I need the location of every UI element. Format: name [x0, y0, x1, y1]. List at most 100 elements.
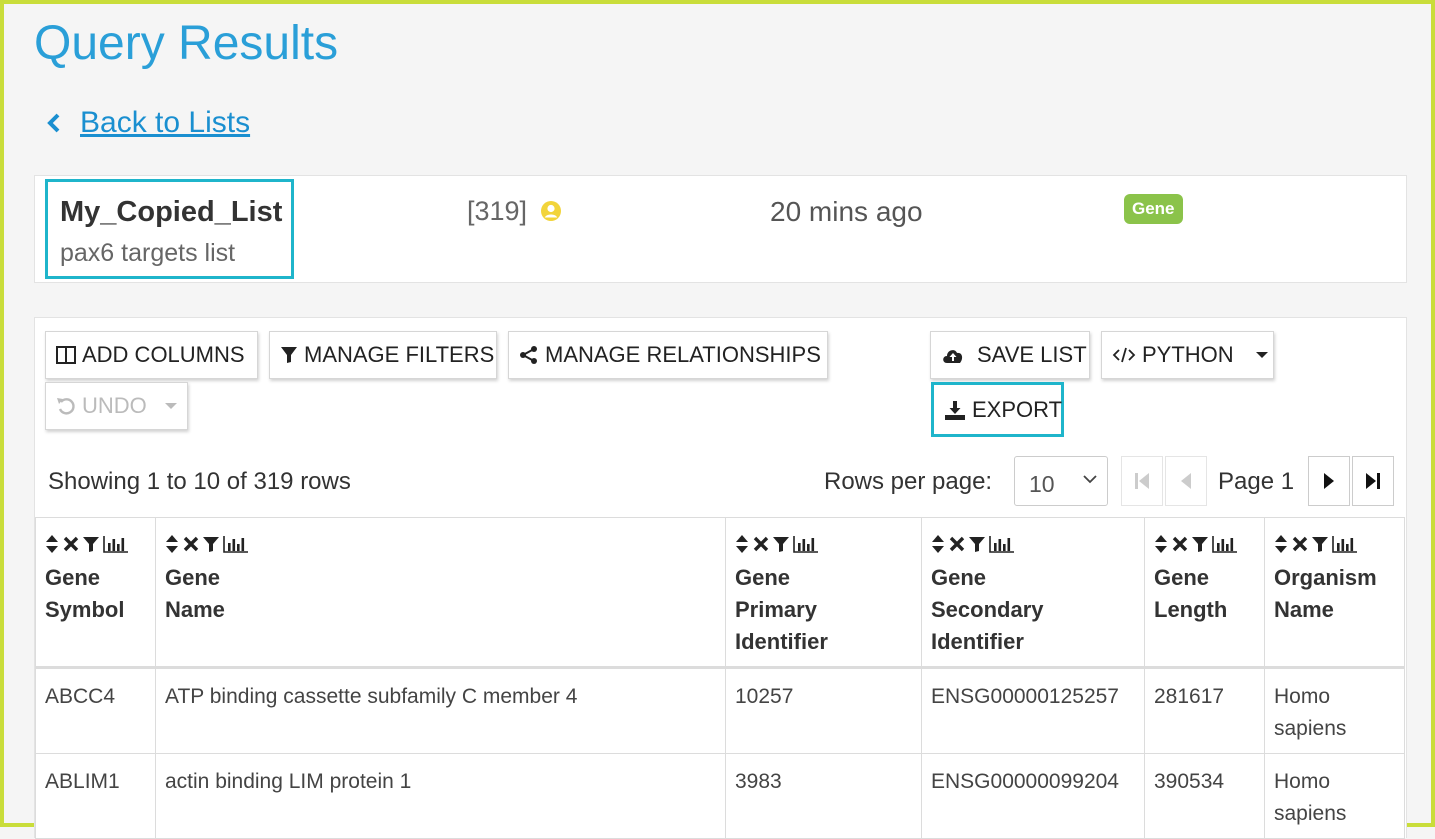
list-name: My_Copied_List: [60, 196, 283, 228]
cell-gene-name: actin binding LIM protein 1: [155, 753, 726, 839]
cloud-upload-icon: [943, 350, 963, 363]
column-controls: [735, 532, 912, 556]
filter-icon[interactable]: [203, 536, 219, 553]
list-type-badge: Gene: [1124, 194, 1183, 224]
cell-gene-symbol: ABLIM1: [35, 753, 156, 839]
column-header: Gene Length: [1144, 517, 1265, 669]
rows-per-page-label: Rows per page:: [824, 468, 993, 495]
user-icon: [540, 200, 562, 222]
header-label-1: Gene: [1154, 565, 1210, 590]
filter-icon[interactable]: [83, 536, 99, 553]
column-header: Organism Name: [1264, 517, 1405, 669]
sort-icon[interactable]: [735, 534, 749, 554]
caret-down-icon: [164, 403, 177, 409]
cell-secondary-identifier: ENSG00000125257: [921, 667, 1145, 754]
rows-per-page-select[interactable]: 10: [1014, 456, 1108, 506]
last-page-icon: [1366, 473, 1380, 489]
python-dropdown-button[interactable]: PYTHON: [1101, 331, 1274, 379]
add-columns-label: ADD COLUMNS: [82, 342, 245, 367]
first-page-icon: [1135, 473, 1149, 489]
sort-icon[interactable]: [931, 534, 945, 554]
header-label-1: Organism: [1274, 565, 1377, 590]
column-summary-icon[interactable]: [1212, 535, 1238, 553]
showing-rows-text: Showing 1 to 10 of 319 rows: [48, 468, 351, 495]
organism-genus: Homo: [1274, 770, 1331, 793]
remove-column-icon[interactable]: [753, 536, 769, 552]
back-to-lists-label[interactable]: Back to Lists: [80, 106, 250, 140]
header-label-1: Gene: [931, 565, 987, 590]
page-title: Query Results: [34, 17, 339, 70]
next-page-button[interactable]: [1308, 456, 1350, 506]
sort-icon[interactable]: [1154, 534, 1168, 554]
column-controls: [165, 532, 716, 556]
caret-down-icon: [1255, 352, 1268, 358]
cell-gene-length: 281617: [1144, 667, 1265, 754]
last-page-button[interactable]: [1352, 456, 1394, 506]
previous-page-icon: [1181, 473, 1191, 489]
cell-gene-name: ATP binding cassette subfamily C member …: [155, 667, 726, 754]
undo-button[interactable]: UNDO: [45, 382, 188, 430]
column-controls: [45, 532, 146, 556]
filter-icon[interactable]: [1312, 536, 1328, 553]
chevron-left-icon: [44, 111, 64, 135]
organism-species: sapiens: [1274, 802, 1347, 825]
column-summary-icon[interactable]: [223, 535, 249, 553]
header-label-3: Identifier: [931, 629, 1024, 654]
header-label-2: Primary: [735, 597, 817, 622]
undo-label: UNDO: [82, 393, 147, 418]
header-label-2: Length: [1154, 597, 1228, 622]
code-icon: [1112, 347, 1136, 363]
remove-column-icon[interactable]: [949, 536, 965, 552]
remove-column-icon[interactable]: [183, 536, 199, 552]
remove-column-icon[interactable]: [63, 536, 79, 552]
cell-gene-symbol: ABCC4: [35, 667, 156, 754]
column-header: Gene Secondary Identifier: [921, 517, 1145, 669]
column-summary-icon[interactable]: [793, 535, 819, 553]
column-header: Gene Name: [155, 517, 726, 669]
remove-column-icon[interactable]: [1292, 536, 1308, 552]
cell-primary-identifier: 10257: [725, 667, 922, 754]
next-page-icon: [1324, 473, 1334, 489]
sort-icon[interactable]: [1274, 534, 1288, 554]
add-columns-button[interactable]: ADD COLUMNS: [45, 331, 258, 379]
table-row: ABCC4 ATP binding cassette subfamily C m…: [35, 667, 1405, 754]
header-label-2: Symbol: [45, 597, 125, 622]
results-table: Gene Symbol Gene Name Gene Primary Identifie…: [35, 517, 1405, 839]
column-summary-icon[interactable]: [103, 535, 129, 553]
filter-icon[interactable]: [969, 536, 985, 553]
cell-gene-length: 390534: [1144, 753, 1265, 839]
back-to-lists-link[interactable]: Back to Lists: [44, 106, 250, 140]
header-label-2: Secondary: [931, 597, 1044, 622]
list-name-highlight: My_Copied_List pax6 targets list: [45, 179, 294, 279]
cell-primary-identifier: 3983: [725, 753, 922, 839]
save-list-button[interactable]: SAVE LIST: [930, 331, 1090, 379]
download-icon: [945, 400, 965, 420]
manage-filters-label: MANAGE FILTERS: [304, 342, 495, 367]
previous-page-button[interactable]: [1165, 456, 1207, 506]
column-controls: [1154, 532, 1255, 556]
results-panel: ADD COLUMNS MANAGE FILTERS MANAGE RELATI…: [34, 317, 1407, 839]
remove-column-icon[interactable]: [1172, 536, 1188, 552]
undo-icon: [57, 398, 75, 415]
header-label-1: Gene: [45, 565, 101, 590]
filter-icon[interactable]: [1192, 536, 1208, 553]
column-summary-icon[interactable]: [1332, 535, 1358, 553]
list-count: [319]: [467, 196, 528, 226]
python-label: PYTHON: [1142, 342, 1234, 367]
cell-secondary-identifier: ENSG00000099204: [921, 753, 1145, 839]
column-header: Gene Symbol: [35, 517, 156, 669]
first-page-button[interactable]: [1121, 456, 1163, 506]
export-button[interactable]: EXPORT: [931, 382, 1064, 437]
header-label-1: Gene: [735, 565, 791, 590]
column-summary-icon[interactable]: [989, 535, 1015, 553]
export-label: EXPORT: [972, 396, 1063, 422]
manage-filters-button[interactable]: MANAGE FILTERS: [269, 331, 497, 379]
sort-icon[interactable]: [45, 534, 59, 554]
organism-species: sapiens: [1274, 717, 1347, 740]
manage-relationships-button[interactable]: MANAGE RELATIONSHIPS: [508, 331, 828, 379]
filter-icon[interactable]: [773, 536, 789, 553]
table-header-row: Gene Symbol Gene Name Gene Primary Identifie…: [35, 517, 1405, 669]
column-controls: [1274, 532, 1395, 556]
filter-icon: [281, 347, 297, 363]
sort-icon[interactable]: [165, 534, 179, 554]
